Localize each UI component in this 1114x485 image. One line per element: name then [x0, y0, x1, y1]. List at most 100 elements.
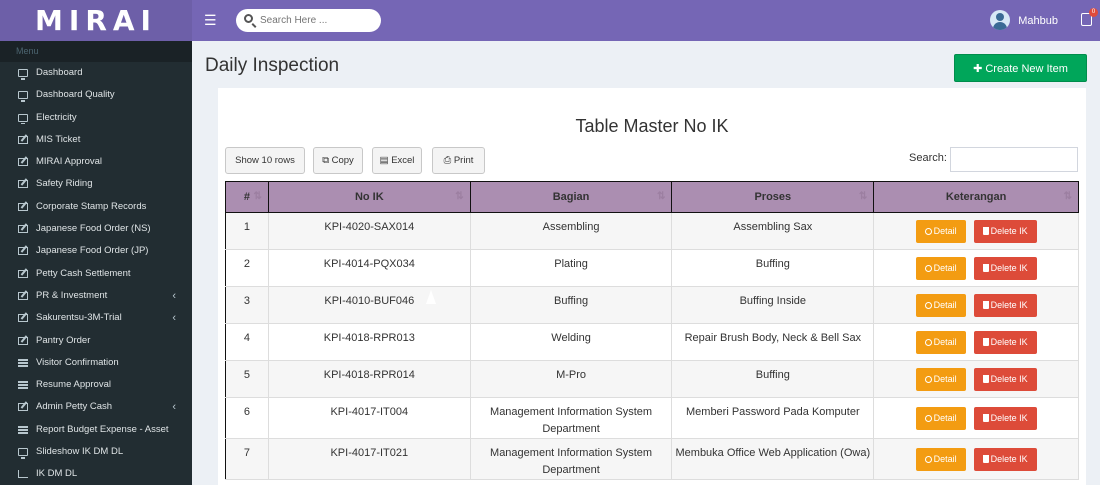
detail-label: Detail	[933, 299, 957, 310]
cell-bagian: Assembling	[470, 212, 673, 250]
monitor-icon	[18, 113, 28, 125]
table-row: 7 KPI-4017-IT021 Management Information Sy…	[225, 438, 1079, 480]
detail-button[interactable]: Detail	[915, 447, 966, 471]
detail-button[interactable]: Detail	[915, 256, 966, 280]
column-header-label: No IK	[354, 191, 384, 203]
copy-label: Copy	[331, 155, 354, 166]
sidebar-item[interactable]: Sakurentsu-3M-Trial ‹	[0, 307, 192, 329]
sidebar-item[interactable]: Visitor Confirmation	[0, 352, 192, 374]
list-icon	[18, 358, 28, 367]
sidebar-item[interactable]: Corporate Stamp Records	[0, 196, 192, 218]
sidebar-item[interactable]: PR & Investment ‹	[0, 285, 192, 307]
create-new-item-button[interactable]: ✚ Create New Item	[954, 54, 1087, 82]
delete-ik-button[interactable]: Delete IK	[973, 447, 1037, 471]
sidebar-item-label: Admin Petty Cash	[36, 401, 113, 413]
edit-icon	[18, 269, 28, 278]
mouse-cursor	[426, 290, 436, 304]
delete-label: Delete IK	[990, 412, 1028, 423]
sidebar-item[interactable]: Resume Approval	[0, 374, 192, 396]
excel-button[interactable]: ▤ Excel	[372, 147, 422, 174]
column-header[interactable]: No IK ⇅	[267, 181, 471, 213]
sidebar-item[interactable]: Pantry Order	[0, 330, 192, 352]
sidebar-item[interactable]: Japanese Food Order (JP)	[0, 240, 192, 262]
app-logo[interactable]: MIRAI	[0, 0, 192, 41]
cell-bagian: M-Pro	[470, 360, 673, 398]
list-icon	[18, 381, 28, 390]
sidebar-item[interactable]: Admin Petty Cash ‹	[0, 396, 192, 418]
sidebar-item-label: Japanese Food Order (JP)	[36, 245, 149, 257]
column-header[interactable]: Proses ⇅	[671, 181, 875, 213]
menu-toggle-icon[interactable]: ☰	[204, 12, 217, 28]
header-search[interactable]	[236, 9, 381, 32]
search-input[interactable]	[260, 12, 372, 29]
cell-num: 7	[225, 438, 269, 480]
cell-no-ik: KPI-4014-PQX034	[268, 249, 471, 287]
chevron-left-icon[interactable]: ‹	[172, 285, 176, 307]
sidebar-item[interactable]: IK DM DL	[0, 463, 192, 485]
sidebar-item[interactable]: MIS Ticket	[0, 129, 192, 151]
chevron-left-icon[interactable]: ‹	[172, 307, 176, 329]
table-row: 2 KPI-4014-PQX034 Plating Buffing Detail Dele…	[225, 249, 1079, 287]
sidebar-item[interactable]: Japanese Food Order (NS)	[0, 218, 192, 240]
trash-icon	[982, 226, 989, 235]
column-header[interactable]: # ⇅	[225, 181, 269, 213]
sidebar-item[interactable]: Dashboard	[0, 62, 192, 84]
cell-no-ik: KPI-4017-IT004	[268, 397, 471, 439]
sidebar-item-label: Pantry Order	[36, 334, 91, 346]
table-search-input[interactable]	[950, 147, 1078, 172]
detail-button[interactable]: Detail	[915, 406, 966, 430]
sidebar-item-label: Resume Approval	[36, 379, 111, 391]
print-button[interactable]: ⎙ Print	[432, 147, 485, 174]
detail-button[interactable]: Detail	[915, 219, 966, 243]
trash-icon	[982, 454, 989, 463]
eye-icon	[924, 375, 932, 383]
table-header-row: # ⇅ No IK ⇅ Bagian ⇅ Proses ⇅ Keterangan ⇅	[225, 181, 1079, 213]
chevron-left-icon[interactable]: ‹	[172, 396, 176, 418]
cell-proses: Buffing	[671, 249, 875, 287]
sidebar-item-label: Electricity	[36, 111, 77, 123]
delete-ik-button[interactable]: Delete IK	[973, 330, 1037, 354]
cell-bagian: Plating	[470, 249, 673, 287]
delete-ik-button[interactable]: Delete IK	[973, 256, 1037, 280]
sidebar-item-label: Visitor Confirmation	[36, 356, 119, 368]
sort-icon[interactable]: ⇅	[254, 191, 262, 202]
column-header[interactable]: Keterangan ⇅	[873, 181, 1079, 213]
detail-button[interactable]: Detail	[915, 293, 966, 317]
edit-icon	[18, 336, 28, 345]
sidebar-item[interactable]: Electricity	[0, 107, 192, 129]
sort-icon[interactable]: ⇅	[657, 191, 665, 202]
sidebar-item[interactable]: Slideshow IK DM DL	[0, 441, 192, 463]
column-header-label: Bagian	[552, 191, 590, 203]
delete-ik-button[interactable]: Delete IK	[973, 406, 1037, 430]
user-menu[interactable]: Mahbub	[990, 10, 1058, 32]
detail-button[interactable]: Detail	[915, 330, 966, 354]
sidebar-item[interactable]: Dashboard Quality	[0, 84, 192, 106]
sort-icon[interactable]: ⇅	[1064, 191, 1072, 202]
sidebar-item-label: Slideshow IK DM DL	[36, 446, 124, 458]
sidebar-item[interactable]: Safety Riding	[0, 173, 192, 195]
user-avatar	[990, 10, 1011, 30]
column-header[interactable]: Bagian ⇅	[469, 181, 673, 213]
delete-ik-button[interactable]: Delete IK	[973, 293, 1037, 317]
sort-icon[interactable]: ⇅	[859, 191, 867, 202]
sort-icon[interactable]: ⇅	[455, 191, 463, 202]
cell-bagian: Management Information System Department	[470, 397, 673, 439]
delete-label: Delete IK	[990, 225, 1028, 236]
cell-num: 4	[225, 323, 269, 361]
delete-ik-button[interactable]: Delete IK	[973, 367, 1037, 391]
sidebar-item[interactable]: Report Budget Expense - Asset	[0, 419, 192, 441]
table-row: 1 KPI-4020-SAX014 Assembling Assembling Sax…	[225, 212, 1079, 250]
cell-bagian: Welding	[470, 323, 673, 361]
table-row: 5 KPI-4018-RPR014 M-Pro Buffing Detail Delete…	[225, 360, 1079, 398]
cell-num: 1	[225, 212, 269, 250]
sidebar-item[interactable]: Petty Cash Settlement	[0, 263, 192, 285]
show-rows-button[interactable]: Show 10 rows	[225, 147, 305, 174]
detail-button[interactable]: Detail	[915, 367, 966, 391]
copy-button[interactable]: ⧉ Copy	[313, 147, 363, 174]
trash-icon	[982, 413, 989, 422]
cell-no-ik: KPI-4018-RPR014	[268, 360, 471, 398]
cell-proses: Buffing Inside	[671, 286, 875, 324]
delete-ik-button[interactable]: Delete IK	[973, 219, 1037, 243]
sidebar-item-label: Petty Cash Settlement	[36, 267, 131, 279]
sidebar-item[interactable]: MIRAI Approval	[0, 151, 192, 173]
